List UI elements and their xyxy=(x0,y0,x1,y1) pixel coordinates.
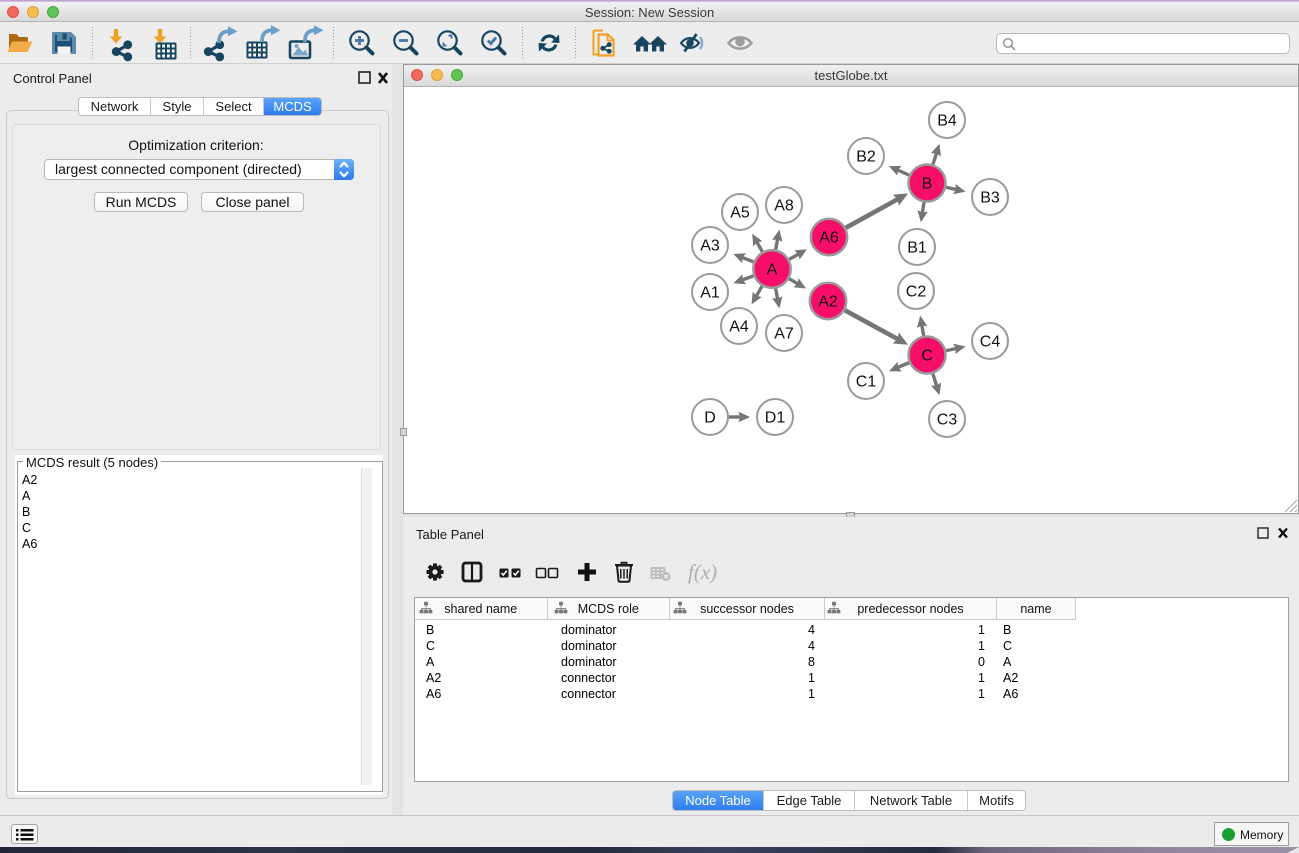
svg-text:A2: A2 xyxy=(818,294,838,311)
svg-text:A4: A4 xyxy=(729,319,749,336)
svg-text:B1: B1 xyxy=(907,240,927,257)
svg-text:D1: D1 xyxy=(765,410,786,427)
svg-text:A6: A6 xyxy=(819,230,839,247)
svg-text:A1: A1 xyxy=(700,285,720,302)
svg-text:A7: A7 xyxy=(774,326,794,343)
svg-text:C: C xyxy=(921,348,933,365)
svg-text:A: A xyxy=(767,262,778,279)
svg-text:A3: A3 xyxy=(700,238,720,255)
svg-text:B2: B2 xyxy=(856,149,876,166)
svg-text:C1: C1 xyxy=(856,374,877,391)
svg-text:C4: C4 xyxy=(980,334,1001,351)
svg-text:C3: C3 xyxy=(937,412,958,429)
svg-text:B3: B3 xyxy=(980,190,1000,207)
svg-text:A8: A8 xyxy=(774,198,794,215)
svg-text:A5: A5 xyxy=(730,205,750,222)
svg-text:D: D xyxy=(704,410,716,427)
svg-text:B: B xyxy=(922,176,933,193)
svg-text:B4: B4 xyxy=(937,113,957,130)
svg-text:C2: C2 xyxy=(906,284,927,301)
